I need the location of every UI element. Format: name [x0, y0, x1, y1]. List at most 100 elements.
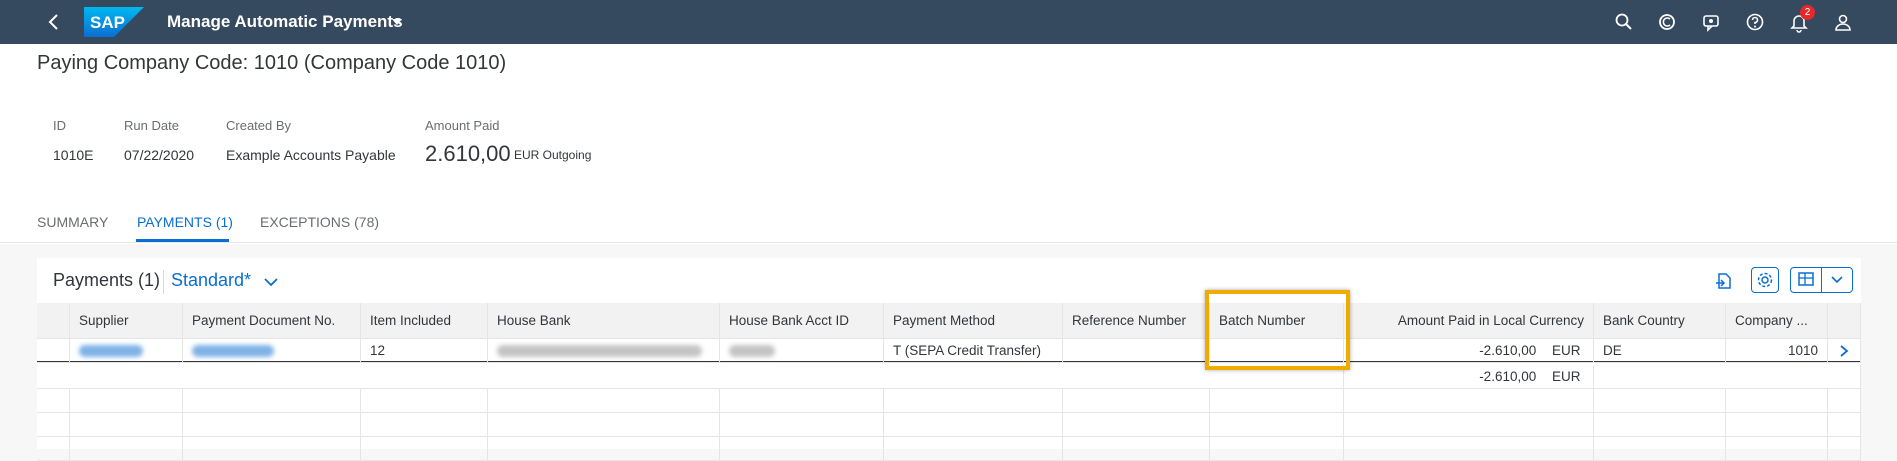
empty-cell [1726, 389, 1828, 413]
back-icon[interactable] [42, 10, 66, 34]
column-header-reference-number[interactable]: Reference Number [1063, 303, 1210, 339]
run-date-label: Run Date [124, 118, 179, 133]
empty-cell [1063, 437, 1210, 461]
empty-cell [1344, 413, 1594, 437]
empty-cell [884, 389, 1063, 413]
column-header-nav [1828, 303, 1861, 339]
amount-currency: EUR [1552, 343, 1581, 358]
empty-cell [488, 413, 720, 437]
empty-cell [37, 389, 70, 413]
empty-cell [37, 437, 70, 461]
settings-icon [1757, 272, 1773, 288]
reference-number-cell [1063, 339, 1210, 363]
bank-country-cell: DE [1594, 339, 1726, 363]
empty-cell [361, 389, 488, 413]
notification-badge: 2 [1800, 5, 1815, 20]
amount-paid-unit: EUR Outgoing [514, 148, 592, 162]
column-header-supplier[interactable]: Supplier [70, 303, 183, 339]
total-row-spacer [37, 365, 1344, 389]
column-header-amount[interactable]: Amount Paid in Local Currency [1344, 303, 1594, 339]
search-icon[interactable] [1613, 11, 1635, 33]
dropdown-icon[interactable] [1829, 274, 1845, 286]
redacted-acct-id [729, 345, 775, 358]
tab-divider [0, 242, 1897, 243]
amount-paid-label: Amount Paid [425, 118, 500, 133]
created-by-label: Created By [226, 118, 292, 133]
empty-cell [361, 437, 488, 461]
tab-payments[interactable]: PAYMENTS (1) [137, 214, 233, 230]
empty-cell [1594, 437, 1726, 461]
user-icon[interactable] [1832, 11, 1854, 33]
redacted-supplier-link[interactable] [79, 345, 143, 358]
empty-cell [720, 389, 884, 413]
empty-cell [183, 413, 361, 437]
empty-cell [1726, 437, 1828, 461]
empty-cell [183, 389, 361, 413]
empty-cell [1210, 437, 1344, 461]
column-header-payment-document[interactable]: Payment Document No. [183, 303, 361, 339]
empty-cell [884, 413, 1063, 437]
empty-cell [720, 437, 884, 461]
logo-text: SAP [90, 13, 125, 32]
empty-cell [1594, 389, 1726, 413]
column-header-payment-method[interactable]: Payment Method [884, 303, 1063, 339]
column-header-bank-country[interactable]: Bank Country [1594, 303, 1726, 339]
empty-cell [720, 413, 884, 437]
redacted-house-bank [497, 345, 702, 358]
empty-cell [1344, 437, 1594, 461]
item-included-cell: 12 [361, 339, 488, 363]
settings-button[interactable] [1751, 267, 1779, 293]
empty-cell [1344, 389, 1594, 413]
empty-cell [1210, 413, 1344, 437]
empty-cell [1594, 413, 1726, 437]
app-menu-caret-icon[interactable] [392, 19, 402, 25]
empty-cell [1210, 389, 1344, 413]
copilot-icon[interactable] [1656, 11, 1678, 33]
column-header-house-bank[interactable]: House Bank [488, 303, 720, 339]
chevron-right-icon[interactable] [1838, 344, 1850, 358]
table-title: Payments (1) [53, 270, 161, 290]
empty-cell [1828, 413, 1861, 437]
table-view-icon [1798, 272, 1814, 286]
empty-cell [1726, 413, 1828, 437]
tab-summary[interactable]: SUMMARY [37, 214, 108, 230]
redacted-document-link[interactable] [192, 345, 274, 358]
empty-cell [37, 413, 70, 437]
app-title[interactable]: Manage Automatic Payments [167, 12, 403, 32]
column-header-item-included[interactable]: Item Included [361, 303, 488, 339]
page-title: Paying Company Code: 1010 (Company Code … [37, 52, 507, 74]
empty-cell [1828, 389, 1861, 413]
tab-exceptions[interactable]: EXCEPTIONS (78) [260, 214, 379, 230]
empty-cell [1063, 413, 1210, 437]
total-amount-value: -2.610,00 [1479, 369, 1537, 384]
id-value: 1010E [53, 147, 94, 163]
empty-cell [361, 413, 488, 437]
total-row-end [1594, 365, 1861, 389]
title-divider [163, 270, 164, 294]
empty-cell [1828, 437, 1861, 461]
supplier-cell[interactable] [70, 339, 183, 363]
table-view-button[interactable] [1790, 267, 1853, 293]
column-header-house-bank-acct[interactable]: House Bank Acct ID [720, 303, 884, 339]
export-icon[interactable] [1713, 270, 1735, 292]
amount-paid-value: 2.610,00 [425, 141, 511, 166]
row-navigation[interactable] [1828, 339, 1861, 363]
id-label: ID [53, 118, 66, 133]
payment-method-cell: T (SEPA Credit Transfer) [884, 339, 1063, 363]
help-icon[interactable] [1744, 11, 1766, 33]
sap-logo[interactable]: SAP [84, 7, 144, 37]
payment-document-cell[interactable] [183, 339, 361, 363]
column-header-company[interactable]: Company ... [1726, 303, 1828, 339]
empty-cell [70, 437, 183, 461]
row-selector-header[interactable] [37, 303, 70, 339]
feedback-icon[interactable] [1700, 11, 1722, 33]
variant-selector[interactable]: Standard* [171, 270, 251, 291]
chevron-down-icon[interactable] [262, 275, 280, 289]
empty-cell [70, 413, 183, 437]
house-bank-acct-cell [720, 339, 884, 363]
created-by-value: Example Accounts Payable [226, 147, 396, 163]
empty-cell [884, 437, 1063, 461]
row-selector[interactable] [37, 339, 70, 363]
button-divider [1821, 268, 1822, 292]
empty-cell [488, 437, 720, 461]
